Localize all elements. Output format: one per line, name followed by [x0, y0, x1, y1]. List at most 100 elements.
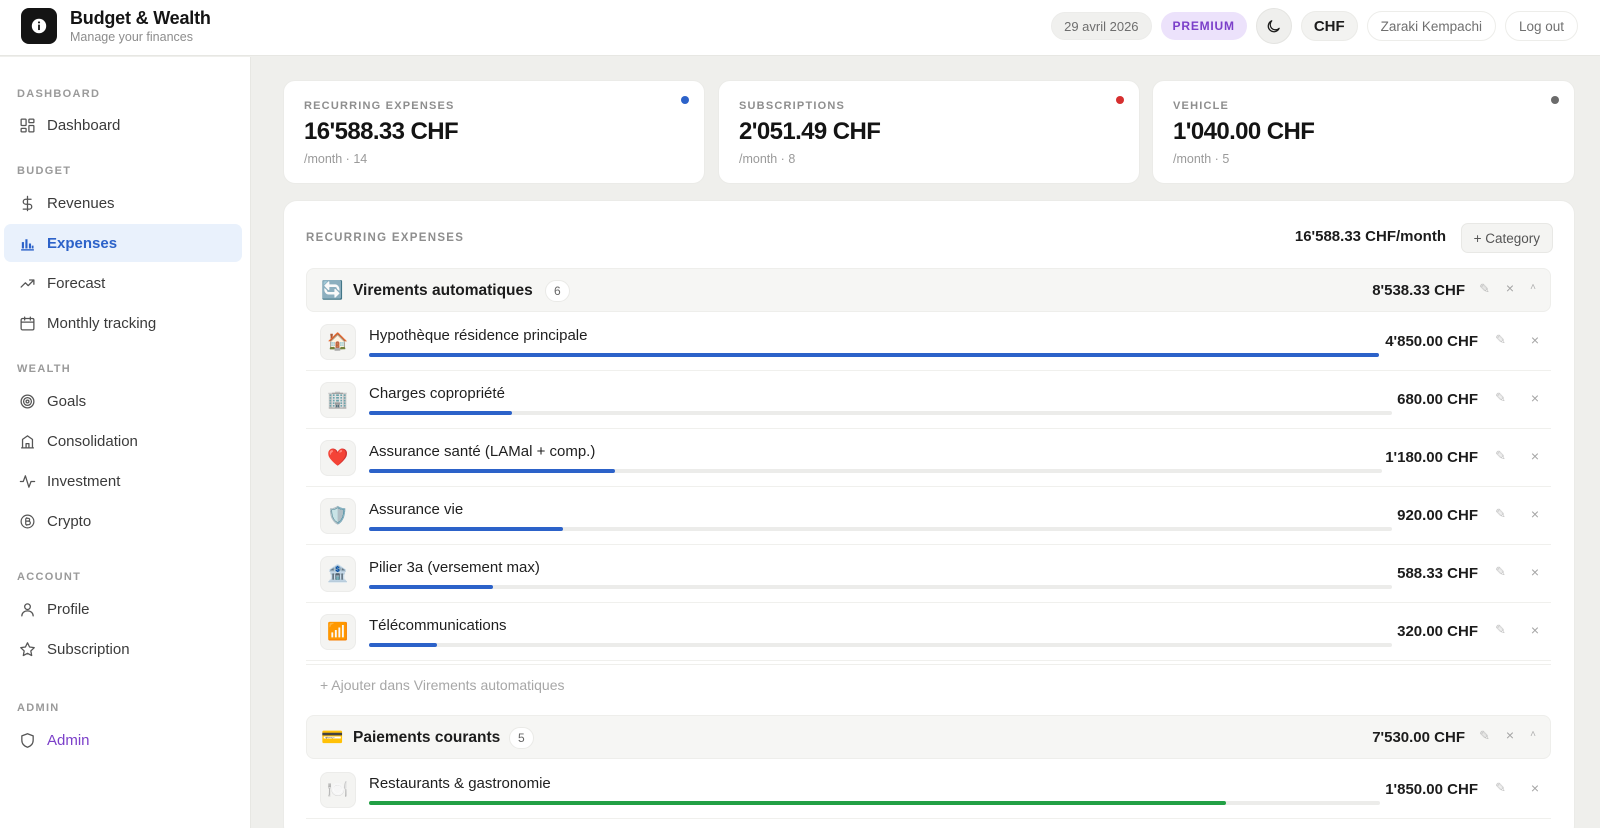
expense-name: Assurance vie — [369, 501, 464, 518]
delete-icon[interactable]: × — [1531, 564, 1539, 580]
currency-selector[interactable]: CHF — [1300, 11, 1358, 41]
shield-icon — [18, 731, 36, 749]
sidebar-item-revenues[interactable]: Revenues — [4, 184, 242, 222]
edit-icon[interactable]: ✎ — [1495, 390, 1506, 406]
category-count-badge: 5 — [509, 727, 534, 749]
card-value: 16'588.33 CHF — [304, 118, 459, 145]
expense-row[interactable]: ❤️ Assurance santé (LAMal + comp.) 1'180… — [306, 429, 1551, 487]
edit-category-icon[interactable]: ✎ — [1479, 728, 1490, 744]
status-dot — [1551, 96, 1559, 104]
sidebar-item-admin[interactable]: Admin — [4, 721, 242, 759]
category-header-paiements[interactable]: 💳 Paiements courants 5 7'530.00 CHF ✎ × … — [306, 715, 1551, 759]
edit-icon[interactable]: ✎ — [1495, 506, 1506, 522]
card-label: RECURRING EXPENSES — [304, 100, 455, 112]
sidebar-item-consolidation[interactable]: Consolidation — [4, 422, 242, 460]
recurring-expenses-panel: RECURRING EXPENSES 16'588.33 CHF/month +… — [283, 200, 1575, 828]
category-count-badge: 6 — [545, 280, 570, 302]
summary-card-vehicle[interactable]: VEHICLE 1'040.00 CHF /month · 5 — [1152, 80, 1575, 184]
moon-icon — [1268, 19, 1281, 32]
expense-row[interactable]: 🛡️ Assurance vie 920.00 CHF ✎ × — [306, 487, 1551, 545]
theme-toggle-button[interactable] — [1255, 8, 1292, 44]
expense-amount: 588.33 CHF — [1397, 565, 1478, 582]
delete-icon[interactable]: × — [1531, 332, 1539, 348]
expense-amount: 680.00 CHF — [1397, 391, 1478, 408]
category-total: 8'538.33 CHF — [1372, 282, 1465, 299]
delete-icon[interactable]: × — [1531, 390, 1539, 406]
expense-amount: 320.00 CHF — [1397, 623, 1478, 640]
heart-icon: ❤️ — [320, 440, 356, 476]
sidebar-item-label: Profile — [47, 600, 90, 618]
house-icon: 🏠 — [320, 324, 356, 360]
expense-row[interactable]: 🏦 Pilier 3a (versement max) 588.33 CHF ✎… — [306, 545, 1551, 603]
sidebar-item-goals[interactable]: Goals — [4, 382, 242, 420]
building-icon — [18, 432, 36, 450]
progress-track — [369, 801, 1380, 805]
sidebar-item-label: Dashboard — [47, 116, 121, 134]
progress-fill — [369, 411, 513, 415]
calendar-icon — [18, 314, 36, 332]
delete-category-icon[interactable]: × — [1506, 727, 1514, 743]
edit-icon[interactable]: ✎ — [1495, 564, 1506, 580]
panel-title: RECURRING EXPENSES — [306, 232, 465, 244]
sidebar-item-dashboard[interactable]: Dashboard — [4, 106, 242, 144]
category-header-virements[interactable]: 🔄 Virements automatiques 6 8'538.33 CHF … — [306, 268, 1551, 312]
user-menu-button[interactable]: Zaraki Kempachi — [1366, 11, 1496, 41]
summary-card-recurring[interactable]: RECURRING EXPENSES 16'588.33 CHF /month … — [283, 80, 705, 184]
sidebar: DASHBOARD Dashboard BUDGET Revenues Expe… — [0, 57, 251, 828]
sidebar-item-subscription[interactable]: Subscription — [4, 630, 242, 668]
delete-icon[interactable]: × — [1531, 506, 1539, 522]
expense-row[interactable]: 🍽️ Restaurants & gastronomie 1'850.00 CH… — [306, 761, 1551, 819]
expense-row[interactable]: 🏠 Hypothèque résidence principale 4'850.… — [306, 313, 1551, 371]
sidebar-item-forecast[interactable]: Forecast — [4, 264, 242, 302]
activity-icon — [18, 472, 36, 490]
user-icon — [18, 600, 36, 618]
expense-row[interactable]: 🏢 Charges copropriété 680.00 CHF ✎ × — [306, 371, 1551, 429]
edit-icon[interactable]: ✎ — [1495, 448, 1506, 464]
collapse-caret-icon[interactable]: ˄ — [1530, 729, 1536, 740]
header-actions: 29 avril 2026 PREMIUM CHF Zaraki Kempach… — [1051, 8, 1578, 44]
summary-card-subscriptions[interactable]: SUBSCRIPTIONS 2'051.49 CHF /month · 8 — [718, 80, 1140, 184]
add-category-button[interactable]: + Category — [1460, 223, 1553, 253]
edit-icon[interactable]: ✎ — [1495, 622, 1506, 638]
app-title: Budget & Wealth — [70, 8, 211, 28]
sidebar-item-label: Revenues — [47, 194, 115, 212]
logout-button[interactable]: Log out — [1504, 11, 1578, 41]
progress-fill — [369, 643, 437, 647]
bitcoin-icon — [18, 512, 36, 530]
app-subtitle: Manage your finances — [70, 30, 193, 44]
progress-track — [369, 353, 1379, 357]
sidebar-item-investment[interactable]: Investment — [4, 462, 242, 500]
category-total: 7'530.00 CHF — [1372, 729, 1465, 746]
panel-total: 16'588.33 CHF/month — [1294, 228, 1446, 245]
expense-row[interactable]: 📶 Télécommunications 320.00 CHF ✎ × — [306, 603, 1551, 661]
premium-badge: PREMIUM — [1160, 12, 1247, 40]
collapse-caret-icon[interactable]: ˄ — [1530, 282, 1536, 293]
delete-icon[interactable]: × — [1531, 780, 1539, 796]
edit-category-icon[interactable]: ✎ — [1479, 281, 1490, 297]
section-label-account: ACCOUNT — [17, 571, 82, 583]
expense-amount: 1'180.00 CHF — [1385, 449, 1478, 466]
edit-icon[interactable]: ✎ — [1495, 332, 1506, 348]
progress-fill — [369, 469, 616, 473]
progress-fill — [369, 353, 1379, 357]
sidebar-item-expenses[interactable]: Expenses — [4, 224, 242, 262]
fork-knife-icon: 🍽️ — [320, 772, 356, 808]
add-expense-label: + Ajouter dans Virements automatiques — [320, 677, 565, 693]
delete-icon[interactable]: × — [1531, 448, 1539, 464]
sidebar-item-label: Consolidation — [47, 432, 138, 450]
progress-track — [369, 469, 1382, 473]
sidebar-item-label: Goals — [47, 392, 87, 410]
sidebar-item-monthly-tracking[interactable]: Monthly tracking — [4, 304, 242, 342]
section-label-dashboard: DASHBOARD — [17, 88, 101, 100]
office-building-icon: 🏢 — [320, 382, 356, 418]
expense-amount: 920.00 CHF — [1397, 507, 1478, 524]
sidebar-item-profile[interactable]: Profile — [4, 590, 242, 628]
sidebar-item-crypto[interactable]: Crypto — [4, 502, 242, 540]
category-name: Virements automatiques — [353, 282, 533, 299]
add-expense-virements[interactable]: + Ajouter dans Virements automatiques — [306, 664, 1551, 704]
progress-track — [369, 411, 1392, 415]
delete-icon[interactable]: × — [1531, 622, 1539, 638]
app-logo[interactable] — [21, 8, 57, 44]
delete-category-icon[interactable]: × — [1506, 280, 1514, 296]
edit-icon[interactable]: ✎ — [1495, 780, 1506, 796]
